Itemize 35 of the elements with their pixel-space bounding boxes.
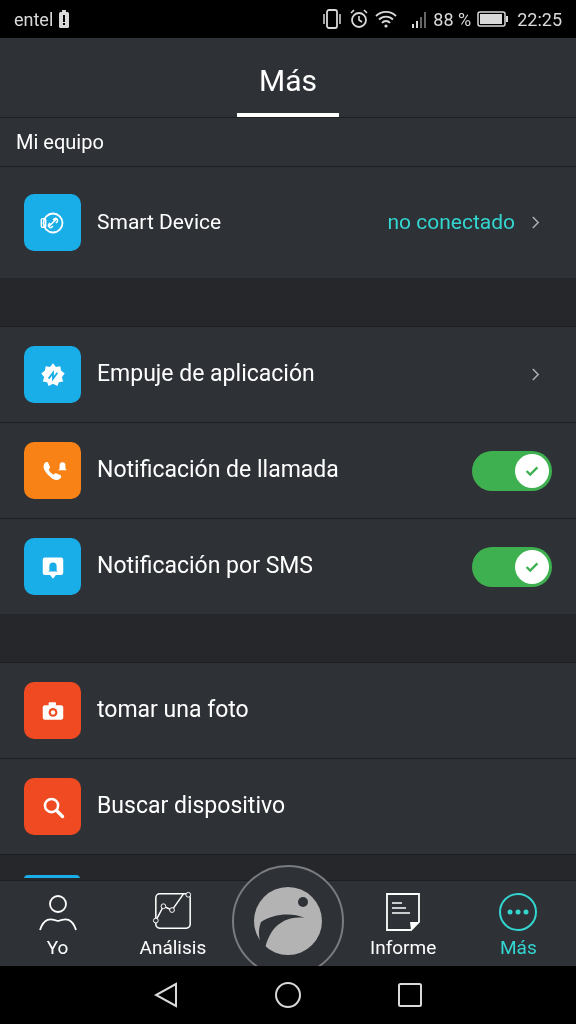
back-icon[interactable] xyxy=(154,982,178,1008)
clock-time: 22:25 xyxy=(517,7,562,32)
vibrate-icon xyxy=(321,9,344,29)
battery-alert-icon xyxy=(59,10,70,28)
toggle-switch[interactable] xyxy=(472,450,552,491)
chevron-right-icon xyxy=(531,367,540,382)
home-icon[interactable] xyxy=(274,981,302,1009)
settings-row[interactable]: Empuje de aplicación xyxy=(0,326,576,422)
row-label: tomar una foto xyxy=(97,695,250,726)
battery-level: 88 % xyxy=(433,7,472,32)
nav-tab[interactable]: Más xyxy=(460,891,576,966)
alarm-icon xyxy=(349,9,370,29)
settings-row[interactable]: Notificación por SMS xyxy=(0,518,576,614)
connection-status: no conectado xyxy=(387,208,515,236)
nav-tab[interactable]: Informe xyxy=(345,891,461,966)
battery-icon xyxy=(477,11,510,27)
settings-row[interactable]: tomar una foto xyxy=(0,662,576,758)
row-label: Smart Device xyxy=(97,208,223,236)
row-label: Notificación por SMS xyxy=(97,551,315,582)
settings-row[interactable]: Smart Device no conectado xyxy=(0,166,576,278)
chevron-right-icon xyxy=(531,215,540,230)
recents-icon[interactable] xyxy=(398,983,422,1007)
row-label: Buscar dispositivo xyxy=(97,791,287,822)
settings-row[interactable]: Notificación de llamada xyxy=(0,422,576,518)
carrier-name: entel xyxy=(14,7,54,32)
wifi-icon xyxy=(375,10,398,28)
settings-row[interactable]: Buscar dispositivo xyxy=(0,758,576,854)
section-label: Mi equipo xyxy=(16,129,104,156)
toggle-switch[interactable] xyxy=(472,546,552,587)
more-icon xyxy=(498,891,539,932)
nav-tab[interactable]: Análisis xyxy=(115,889,231,966)
nav-tab[interactable]: Yo xyxy=(0,891,116,966)
row-label: Empuje de aplicación xyxy=(97,359,316,390)
row-label: Notificación de llamada xyxy=(97,455,340,486)
chart-icon xyxy=(151,889,194,932)
